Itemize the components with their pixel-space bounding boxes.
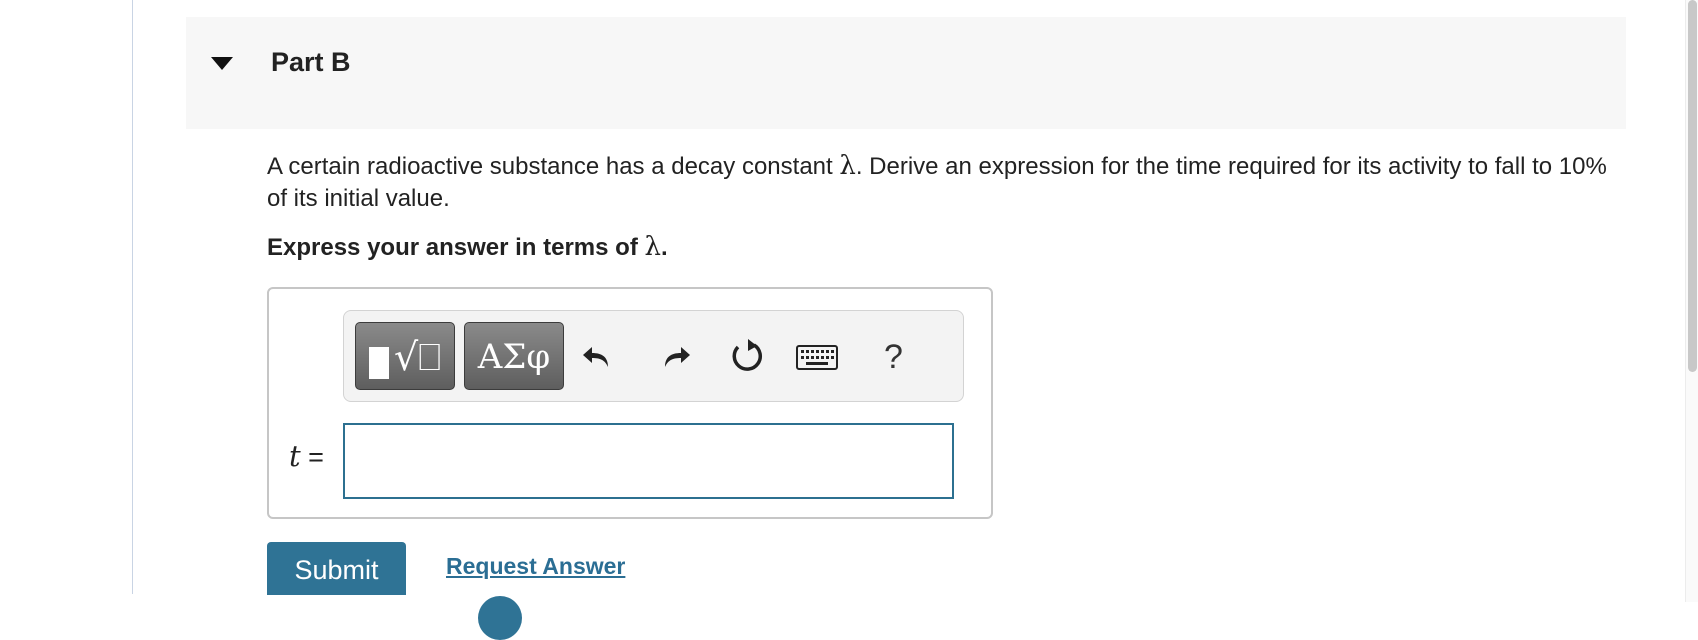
greek-symbols-label: ΑΣφ [477,337,551,377]
symbols-button[interactable]: ΑΣφ [464,322,564,390]
radical-icon: √⎕ [394,335,442,379]
left-divider [132,0,133,594]
lambda-symbol: λ [644,232,661,262]
help-button[interactable]: ? [884,337,903,377]
feedback-badge-icon [478,596,522,640]
question-prefix: A certain radioactive substance has a de… [267,153,840,180]
instruction-prefix: Express your answer in terms of [267,234,645,261]
keyboard-icon[interactable] [795,335,839,379]
submit-button[interactable]: Submit [267,542,406,595]
lambda-symbol: λ [839,151,856,181]
answer-instruction: Express your answer in terms of λ. [267,232,668,262]
answer-box: √⎕ ΑΣφ ? t = [267,287,993,519]
request-answer-link[interactable]: Request Answer [446,553,625,580]
redo-icon[interactable] [651,335,695,379]
answer-input[interactable] [343,423,954,499]
scrollbar[interactable] [1685,0,1698,602]
variable-symbol: t [289,439,301,473]
part-header[interactable]: Part B [186,17,1626,129]
reset-icon[interactable] [724,335,768,379]
templates-button[interactable]: √⎕ [355,322,455,390]
instruction-suffix: . [660,234,668,261]
equals-sign: = [308,442,324,472]
template-block-icon [369,347,389,379]
answer-variable-label: t = [289,439,324,473]
collapse-caret-icon[interactable] [211,57,233,70]
undo-icon[interactable] [578,335,622,379]
scrollbar-thumb[interactable] [1688,0,1697,372]
math-toolbar: √⎕ ΑΣφ ? [343,310,964,402]
question-text: A certain radioactive substance has a de… [267,150,1617,215]
part-title: Part B [271,47,351,77]
